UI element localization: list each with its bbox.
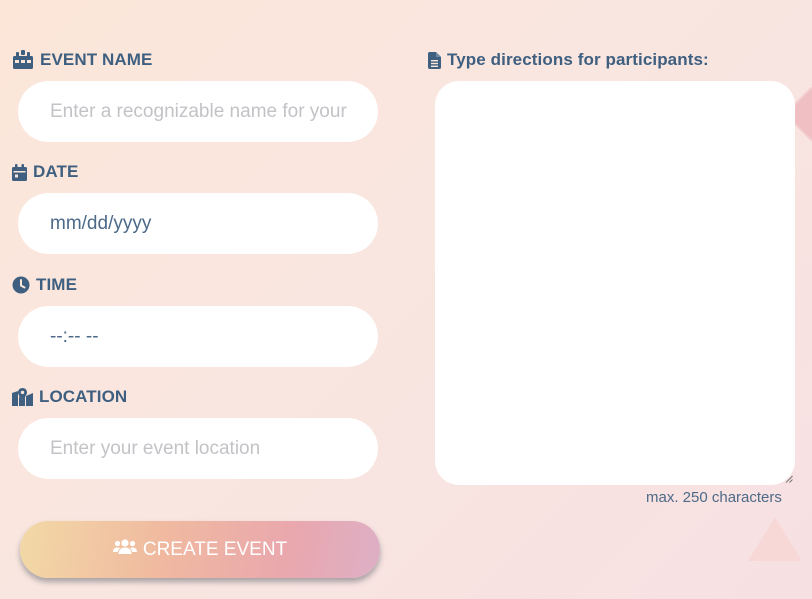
date-label-text: DATE: [33, 162, 79, 181]
time-input[interactable]: --:-- --: [18, 306, 378, 367]
date-input[interactable]: mm/dd/yyyy: [18, 193, 378, 254]
event-name-label-text: EVENT NAME: [40, 50, 153, 69]
directions-label: Type directions for participants:: [428, 50, 709, 70]
location-label: LOCATION: [12, 387, 127, 407]
create-event-form: EVENT NAME Enter a recognizable name for…: [0, 0, 812, 599]
calendar-icon: [12, 163, 27, 181]
create-event-button[interactable]: CREATE EVENT: [20, 521, 380, 578]
resize-grip-icon[interactable]: [785, 475, 793, 483]
directions-textarea[interactable]: [435, 81, 795, 485]
event-name-placeholder: Enter a recognizable name for your: [50, 100, 347, 122]
time-value: --:-- --: [50, 325, 99, 347]
event-name-input[interactable]: Enter a recognizable name for your: [18, 81, 378, 142]
location-placeholder: Enter your event location: [50, 437, 261, 459]
location-label-text: LOCATION: [39, 387, 128, 406]
event-name-label: EVENT NAME: [12, 50, 152, 70]
map-marker-icon: [12, 388, 33, 406]
create-event-button-label: CREATE EVENT: [142, 538, 288, 560]
directions-label-text: Type directions for participants:: [447, 50, 709, 69]
users-icon: [112, 538, 137, 561]
date-label: DATE: [12, 162, 78, 182]
time-label-text: TIME: [36, 275, 78, 294]
time-label: TIME: [12, 275, 77, 295]
document-icon: [428, 51, 441, 69]
location-input[interactable]: Enter your event location: [18, 418, 378, 479]
date-value: mm/dd/yyyy: [50, 212, 152, 234]
character-limit-hint: max. 250 characters: [646, 489, 782, 506]
calendar-gift-icon: [12, 50, 34, 70]
clock-icon: [12, 276, 30, 294]
